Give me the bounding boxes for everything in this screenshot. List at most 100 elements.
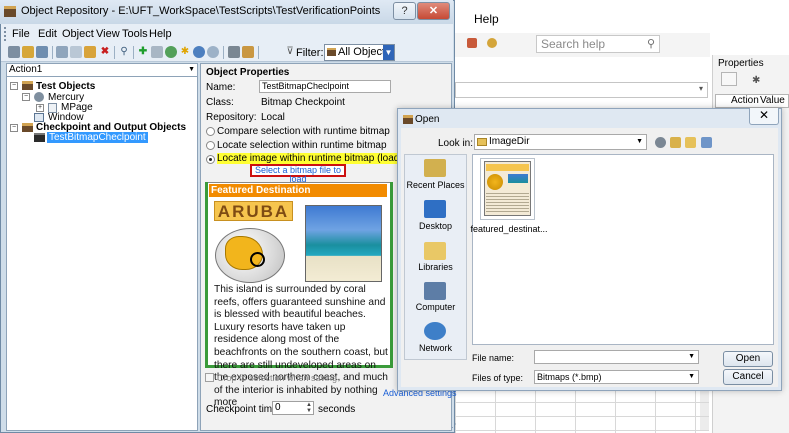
open-button[interactable]: Open [723,351,773,367]
radio-locate-selection-label[interactable]: Locate selection within runtime bitmap [217,140,387,151]
cut-icon[interactable] [36,46,48,58]
checkpoint-timeout-input[interactable]: 0 ▲ ▼ [272,401,314,415]
look-in-select[interactable]: ImageDir ▼ [474,134,647,150]
menu-edit[interactable]: Edit [38,28,57,40]
background-properties-title: Properties [718,58,764,69]
radio-compare-selection-label[interactable]: Compare selection with runtime bitmap [217,126,390,137]
chevron-down-icon: ▼ [188,66,195,73]
radio-locate-selection[interactable] [206,141,215,150]
find-icon[interactable]: ⚲ [118,46,130,58]
place-libraries[interactable]: Libraries [404,262,467,272]
export-icon[interactable] [242,46,254,58]
tree-test-objects[interactable]: Test Objects [36,81,95,92]
action-selector[interactable]: Action1 ▼ [6,63,198,77]
files-of-type-select[interactable]: Bitmaps (*.bmp) ▼ [534,370,699,384]
collapse-toggle[interactable]: − [22,93,30,101]
place-desktop[interactable]: Desktop [404,221,467,231]
class-label: Class: [206,97,234,108]
file-item-name[interactable]: featured_destinat... [470,224,548,234]
expand-toggle[interactable]: + [36,104,44,112]
test-objects-icon [22,81,33,90]
radio-compare-selection[interactable] [206,127,215,136]
delete-icon[interactable]: ✖ [99,46,111,58]
up-folder-icon[interactable] [670,137,681,148]
network-icon[interactable] [424,322,446,340]
menu-tools[interactable]: Tools [122,28,148,40]
properties-heading: Object Properties [206,67,290,78]
toolbar-separator [114,46,115,59]
highlight-icon[interactable] [165,46,177,58]
toolbar-separator [223,46,224,59]
files-of-type-value: Bitmaps (*.bmp) [537,372,602,382]
back-icon[interactable] [655,137,666,148]
file-name-label: File name: [472,353,515,363]
new-folder-icon[interactable] [685,137,696,148]
properties-header-row: Action Value [715,94,789,108]
help-button[interactable]: ? [393,2,416,20]
paste-icon[interactable] [70,46,82,58]
localize-icon[interactable]: ✱ [179,46,191,58]
collapse-toggle[interactable]: − [10,124,18,132]
name-label: Name: [206,82,236,93]
chevron-down-icon: ▼ [688,353,695,360]
filter-icon: ⊽ [286,46,294,57]
thumbnail-logo-band [486,164,529,171]
bitmap-preview-text: This island is surrounded by coral reefs… [214,284,388,409]
dialog-close-button[interactable]: ✕ [749,108,779,125]
view-menu-icon[interactable] [701,137,712,148]
spinner-arrows-icon[interactable]: ▲ ▼ [306,402,312,414]
files-of-type-label: Files of type: [472,373,524,383]
file-name-input[interactable]: ▼ [534,350,699,364]
properties-tab-icon[interactable] [721,72,737,86]
menu-view[interactable]: View [96,28,120,40]
redo-icon[interactable] [22,46,34,58]
menu-object[interactable]: Object [62,28,94,40]
properties-tab-icon[interactable]: ✱ [752,75,760,86]
place-network[interactable]: Network [404,343,467,353]
background-grid [455,388,709,433]
cancel-button[interactable]: Cancel [723,369,773,385]
place-recent[interactable]: Recent Places [404,180,467,190]
background-combo[interactable]: ▾ [455,82,708,98]
location-marker-icon [250,252,265,267]
place-computer[interactable]: Computer [404,302,467,312]
background-tool-icon[interactable] [467,38,477,48]
background-search-box[interactable]: Search help ⚲ [536,35,660,53]
repository-label: Repository: [206,112,257,123]
chevron-down-icon: ▾ [698,84,703,93]
associate-icon[interactable] [228,46,240,58]
repository-icon [327,48,336,56]
background-tool-icon[interactable] [487,38,497,48]
undo-icon[interactable] [8,46,20,58]
libraries-icon[interactable] [424,242,446,260]
collapse-toggle[interactable]: − [10,82,18,90]
crop-checkbox[interactable] [205,373,214,382]
look-in-label: Look in: [438,138,474,149]
desktop-icon[interactable] [424,200,446,218]
browser-icon [34,92,44,102]
computer-icon[interactable] [424,282,446,300]
close-button[interactable]: ✕ [417,2,450,20]
background-menu-help[interactable]: Help [474,12,499,26]
object-spy-icon[interactable] [151,46,163,58]
chevron-down-icon: ▼ [688,373,695,380]
menu-file[interactable]: File [12,28,30,40]
bitmap-preview-header: Featured Destination [209,184,387,197]
resize-grip-icon[interactable]: ⋰ [448,422,457,433]
window-icon [34,113,44,122]
folder-icon[interactable] [84,46,96,58]
class-value: Bitmap Checkpoint [261,97,345,108]
copy-icon[interactable] [56,46,68,58]
search-icon[interactable]: ⚲ [647,37,655,50]
recent-places-icon[interactable] [424,159,446,177]
dialog-icon [403,115,413,124]
select-bitmap-link[interactable]: Select a bitmap file to load [250,164,346,184]
chevron-down-icon[interactable]: ▼ [383,45,394,60]
name-field[interactable]: TestBitmapCheclpoint [259,80,391,93]
navigate-icon[interactable] [207,46,219,58]
tree-selected-checkpoint[interactable]: TestBitmapCheclpoint [47,132,148,143]
update-icon[interactable] [193,46,205,58]
menu-help[interactable]: Help [149,28,172,40]
add-object-icon[interactable]: ✚ [137,46,149,58]
radio-locate-image[interactable] [206,155,215,164]
